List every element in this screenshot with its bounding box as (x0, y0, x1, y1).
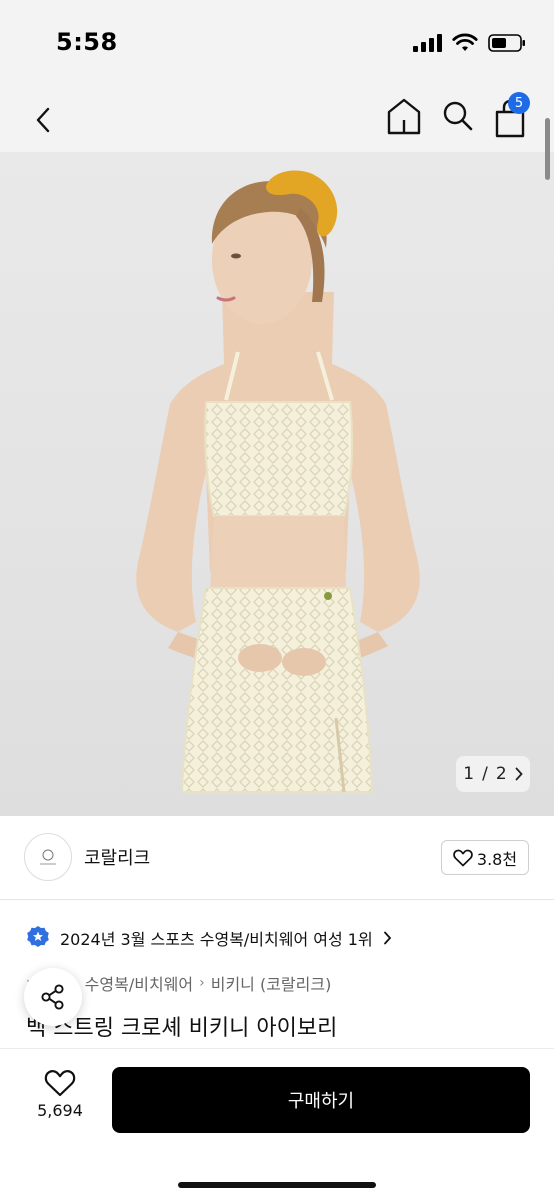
bottom-action-bar: 5,694 구매하기 (0, 1048, 554, 1200)
search-button[interactable] (440, 96, 476, 136)
status-bar: 5:58 (0, 0, 554, 88)
product-image[interactable] (0, 152, 554, 816)
battery-icon (488, 34, 525, 52)
search-icon (443, 101, 473, 131)
home-icon (387, 98, 421, 135)
nav-bar (0, 88, 554, 152)
cart-count-badge: 5 (508, 92, 530, 114)
back-button[interactable] (28, 98, 58, 142)
brand-logo-icon (40, 849, 56, 865)
gallery-separator: / (482, 764, 488, 784)
heart-icon (453, 849, 473, 866)
brand-row: 코랄리크 3.8천 (0, 816, 554, 900)
gallery-current: 1 (463, 764, 475, 784)
wishlist-button[interactable]: 5,694 (30, 1069, 90, 1133)
home-button[interactable] (386, 96, 422, 136)
share-button[interactable] (24, 968, 82, 1026)
chevron-right-icon (383, 931, 391, 945)
breadcrumb-separator: › (199, 975, 205, 991)
share-icon (41, 984, 64, 1010)
wishlist-count: 5,694 (37, 1101, 83, 1120)
brand-like-button[interactable]: 3.8천 (441, 840, 529, 875)
brand-logo[interactable] (24, 833, 72, 881)
chevron-right-icon (515, 767, 523, 781)
wifi-icon (452, 33, 478, 51)
status-time: 5:58 (56, 28, 118, 56)
heart-icon (44, 1070, 76, 1097)
product-photo (136, 170, 420, 793)
breadcrumb-item[interactable]: 비키니 (코랄리크) (211, 971, 332, 995)
ranking-text: 2024년 3월 스포츠 수영복/비치웨어 여성 1위 (60, 930, 373, 949)
chevron-left-icon (36, 107, 50, 133)
signal-icon (413, 34, 442, 52)
buy-button[interactable]: 구매하기 (112, 1067, 530, 1133)
scroll-thumb[interactable] (545, 118, 550, 180)
gallery-page-indicator[interactable]: 1 / 2 (456, 756, 530, 792)
brand-name[interactable]: 코랄리크 (84, 844, 150, 870)
gallery-total: 2 (495, 764, 507, 784)
brand-like-count: 3.8천 (476, 849, 518, 869)
status-icons (412, 32, 526, 54)
star-badge-icon (27, 926, 49, 947)
breadcrumb-item[interactable]: 수영복/비치웨어 (85, 971, 193, 995)
ranking-badge-row[interactable]: 2024년 3월 스포츠 수영복/비치웨어 여성 1위 (26, 924, 392, 952)
home-indicator (178, 1182, 376, 1188)
